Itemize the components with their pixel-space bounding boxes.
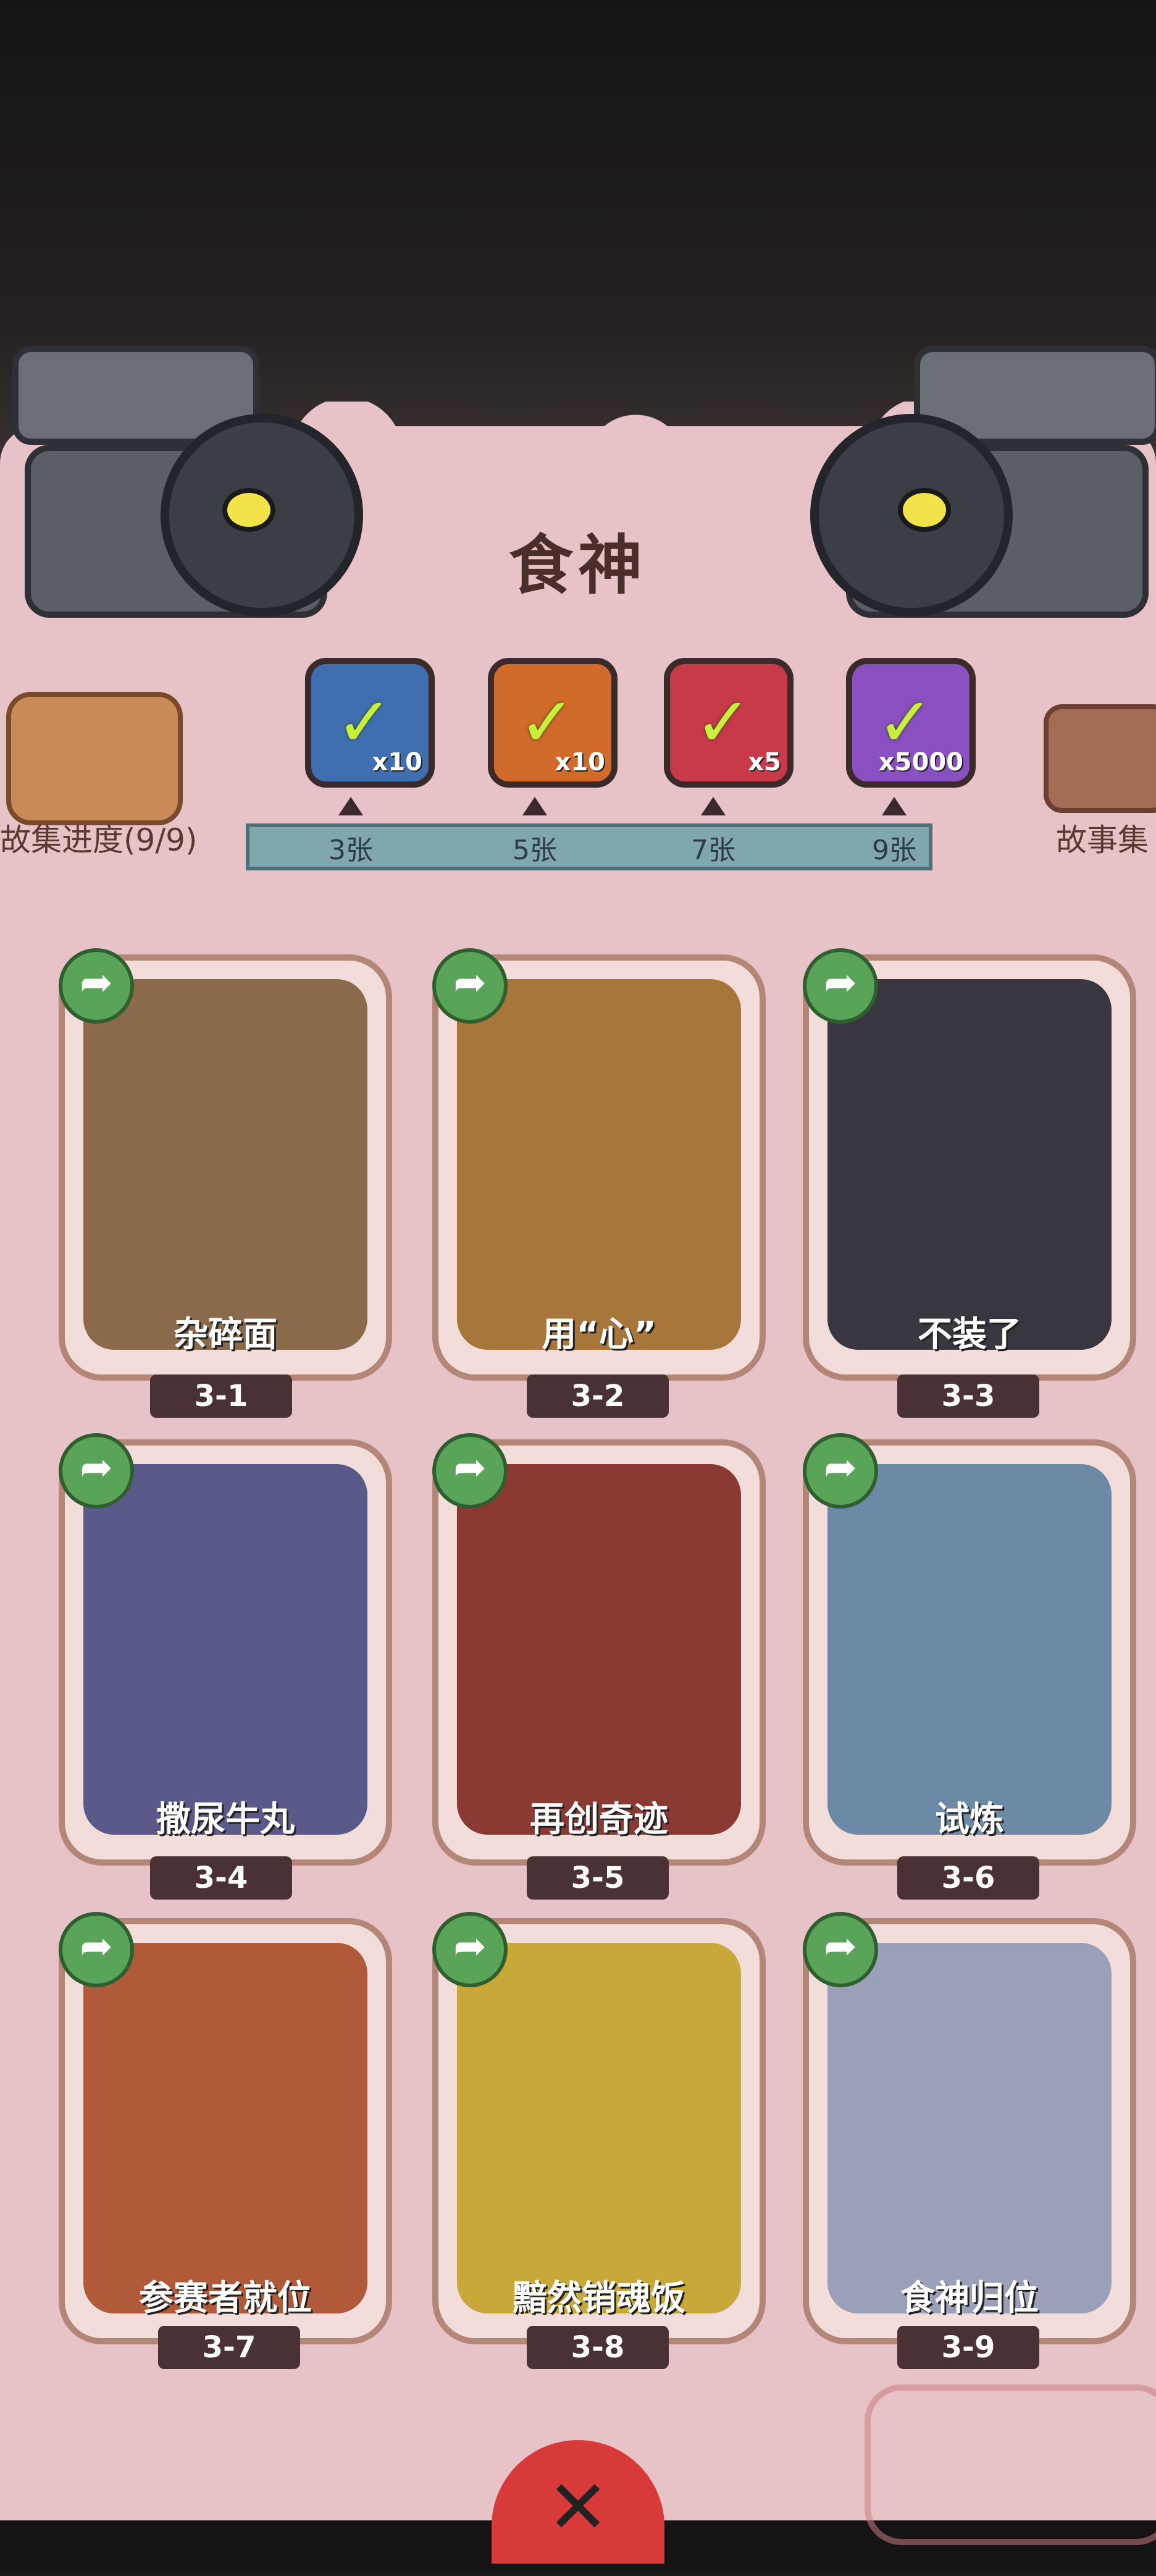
- card-art: [827, 1464, 1112, 1835]
- milestone-label: 5张: [513, 835, 557, 866]
- milestone-label: 9张: [872, 835, 916, 866]
- reward-2[interactable]: ✓ x10: [488, 658, 618, 788]
- share-arrow-icon[interactable]: ➦: [432, 1433, 508, 1509]
- story-card-3-1[interactable]: 杂碎面 ➦: [59, 948, 392, 1381]
- share-arrow-icon[interactable]: ➦: [432, 948, 508, 1024]
- check-icon: ✓: [695, 683, 752, 762]
- card-caption: 黯然销魂饭: [513, 2278, 685, 2318]
- card-caption: 用“心”: [542, 1315, 656, 1355]
- milestone-label: 7张: [691, 835, 735, 866]
- story-card-3-5[interactable]: 再创奇迹 ➦: [432, 1433, 766, 1866]
- card-art: [83, 979, 367, 1350]
- share-arrow-icon[interactable]: ➦: [432, 1912, 508, 1987]
- reward-qty: x5: [748, 748, 781, 777]
- share-arrow-icon[interactable]: ➦: [59, 1433, 134, 1509]
- share-arrow-icon[interactable]: ➦: [803, 1433, 878, 1509]
- card-tag: 3-7: [158, 2326, 300, 2369]
- card-caption: 撒尿牛丸: [156, 1799, 295, 1840]
- story-card-3-8[interactable]: 黯然销魂饭 ➦: [432, 1912, 766, 2344]
- card-tag: 3-8: [527, 2326, 669, 2369]
- reward-qty: x5000: [878, 748, 963, 777]
- card-caption: 试炼: [935, 1799, 1004, 1840]
- story-collection-icon[interactable]: [1044, 704, 1156, 813]
- card-art: [457, 1464, 741, 1835]
- milestone-marker: [882, 797, 907, 815]
- stamp-seal-icon: [865, 2384, 1156, 2545]
- reward-4[interactable]: ✓ x5000: [846, 658, 976, 788]
- card-caption: 杂碎面: [174, 1315, 277, 1355]
- share-arrow-icon[interactable]: ➦: [59, 948, 134, 1024]
- card-tag: 3-3: [897, 1374, 1039, 1418]
- story-progress-book-icon[interactable]: [6, 692, 183, 825]
- card-tag: 3-1: [150, 1374, 292, 1418]
- reward-1[interactable]: ✓ x10: [305, 658, 435, 788]
- card-caption: 参赛者就位: [139, 2278, 312, 2318]
- milestone-label: 3张: [329, 835, 373, 866]
- story-card-3-2[interactable]: 用“心” ➦: [432, 948, 766, 1381]
- reward-qty: x10: [555, 748, 605, 777]
- milestone-marker: [338, 797, 363, 815]
- story-card-3-3[interactable]: 不装了 ➦: [803, 948, 1136, 1381]
- card-tag: 3-9: [897, 2326, 1039, 2369]
- card-caption: 食神归位: [900, 2278, 1039, 2318]
- card-caption: 再创奇迹: [530, 1799, 668, 1840]
- page-title: 食神: [508, 528, 647, 603]
- card-art: [83, 1943, 367, 2313]
- milestone-marker: [701, 797, 726, 815]
- card-tag: 3-6: [897, 1856, 1039, 1900]
- story-progress-label: 故集进度(9/9): [0, 822, 198, 858]
- card-caption: 不装了: [918, 1315, 1021, 1355]
- card-art: [457, 979, 741, 1350]
- card-art: [83, 1464, 367, 1835]
- story-collection-label: 故事集: [1056, 822, 1149, 858]
- reward-qty: x10: [372, 748, 422, 777]
- card-art: [827, 1943, 1112, 2313]
- card-tag: 3-5: [527, 1856, 669, 1900]
- card-art: [827, 979, 1112, 1350]
- card-tag: 3-4: [150, 1856, 292, 1900]
- card-art: [457, 1943, 741, 2313]
- milestone-marker: [522, 797, 547, 815]
- story-card-3-6[interactable]: 试炼 ➦: [803, 1433, 1136, 1866]
- story-card-3-4[interactable]: 撒尿牛丸 ➦: [59, 1433, 392, 1866]
- share-arrow-icon[interactable]: ➦: [59, 1912, 134, 1987]
- share-arrow-icon[interactable]: ➦: [803, 948, 878, 1024]
- reward-3[interactable]: ✓ x5: [664, 658, 794, 788]
- story-card-3-7[interactable]: 参赛者就位 ➦: [59, 1912, 392, 2344]
- story-card-3-9[interactable]: 食神归位 ➦: [803, 1912, 1136, 2344]
- share-arrow-icon[interactable]: ➦: [803, 1912, 878, 1987]
- card-tag: 3-2: [527, 1374, 669, 1418]
